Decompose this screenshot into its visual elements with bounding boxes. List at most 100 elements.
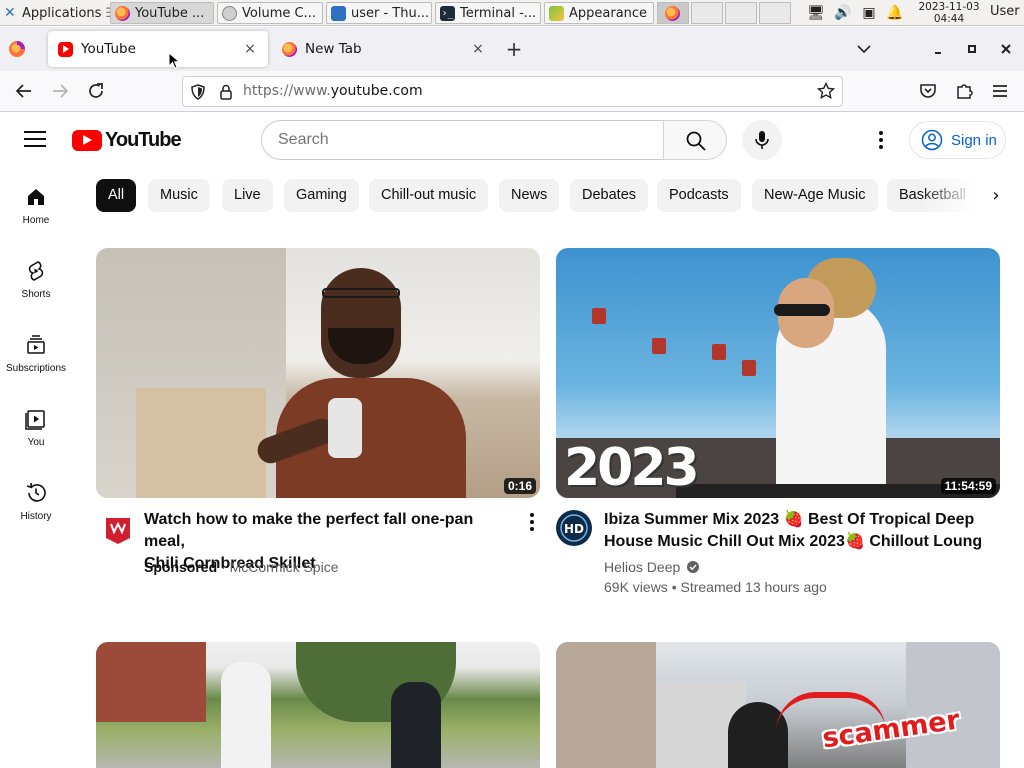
applications-label: Applications [22, 5, 102, 21]
url-bar[interactable]: https://www.youtube.com [182, 76, 843, 107]
category-chips-bar: All Music Live Gaming Chill-out music Ne… [96, 179, 1024, 213]
taskbar-item-appearance[interactable]: Appearance [544, 2, 654, 24]
voice-search-button[interactable] [742, 120, 782, 160]
reload-icon[interactable] [84, 79, 108, 103]
video-title[interactable]: Ibiza Summer Mix 2023 🍓 Best Of Tropical… [604, 509, 984, 553]
bookmark-star-icon[interactable] [816, 81, 836, 101]
browser-navigation-bar: https://www.youtube.com [0, 71, 1024, 112]
video-thumbnail[interactable]: 0:16 [96, 248, 540, 498]
sponsored-label: Sponsored [144, 559, 218, 575]
tab-youtube[interactable]: YouTube × [48, 31, 268, 67]
thumbnail-art [322, 288, 400, 298]
chip-live[interactable]: Live [222, 179, 273, 212]
url-text[interactable]: https://www.youtube.com [243, 83, 423, 99]
battery-icon[interactable]: ▣ [858, 2, 880, 24]
volume-icon [222, 5, 237, 21]
workspace-3[interactable] [725, 2, 757, 24]
video-thumbnail[interactable] [96, 642, 540, 768]
firefox-view-icon[interactable] [8, 40, 26, 58]
account-circle-icon [921, 129, 943, 151]
chip-news[interactable]: News [499, 179, 560, 212]
guide-item-shorts[interactable]: Shorts [0, 243, 72, 313]
maximize-icon[interactable] [962, 39, 982, 59]
workspace-1[interactable] [657, 2, 689, 24]
mouse-cursor-icon [168, 52, 180, 69]
lock-icon[interactable] [217, 83, 235, 101]
video-stats: 69K views • Streamed 13 hours ago [604, 579, 827, 595]
applications-menu[interactable]: ✕ Applications ☰ [0, 0, 117, 26]
taskbar-item-volume[interactable]: Volume C... [217, 2, 323, 24]
workspace-2[interactable] [691, 2, 723, 24]
browser-tab-strip: YouTube × New Tab × + [0, 27, 1024, 71]
channel-name[interactable]: McCormick Spice [230, 559, 339, 575]
clock[interactable]: 2023-11-03 04:44 [914, 0, 984, 25]
youtube-logo[interactable]: YouTube [72, 128, 182, 152]
video-thumbnail[interactable]: scammer [556, 642, 1000, 768]
chip-podcasts[interactable]: Podcasts [657, 179, 741, 212]
os-top-panel: ✕ Applications ☰ YouTube ... Volume C...… [0, 0, 1024, 26]
channel-avatar[interactable]: HD [556, 510, 592, 546]
video-title-line: Ibiza Summer Mix 2023 🍓 Best Of Tropical… [604, 511, 975, 528]
notification-bell-icon[interactable]: 🔔 [884, 2, 906, 24]
pocket-icon[interactable] [916, 79, 940, 103]
guide-item-you[interactable]: You [0, 391, 72, 461]
video-action-more-vertical-icon[interactable] [520, 510, 544, 534]
extensions-puzzle-icon[interactable] [952, 79, 976, 103]
tab-close-icon[interactable]: × [470, 41, 486, 57]
taskbar-item-file-manager[interactable]: user - Thu... [326, 2, 432, 24]
tab-new-tab[interactable]: New Tab × [272, 31, 496, 67]
guide-item-history[interactable]: History [0, 465, 72, 535]
search-input[interactable] [278, 121, 638, 159]
thumbnail-art [391, 682, 441, 768]
list-all-tabs-chevron-icon[interactable] [854, 39, 874, 59]
svg-text:HD: HD [564, 522, 584, 536]
thumbnail-art [742, 360, 756, 376]
new-tab-button[interactable]: + [504, 39, 524, 59]
network-icon[interactable]: 🖥 [804, 2, 828, 24]
microphone-icon [755, 131, 769, 149]
clock-date: 2023-11-03 [918, 1, 980, 13]
guide-item-subscriptions[interactable]: Subscriptions [0, 317, 72, 387]
app-menu-hamburger-icon[interactable] [988, 79, 1012, 103]
taskbar-item-terminal[interactable]: ›_ Terminal -... [435, 2, 541, 24]
video-duration-badge: 11:54:59 [940, 478, 996, 494]
thumbnail-art [712, 344, 726, 360]
guide-menu-hamburger-icon[interactable] [24, 131, 46, 149]
back-arrow-icon[interactable] [12, 79, 36, 103]
chip-debates[interactable]: Debates [570, 179, 649, 212]
forward-arrow-icon[interactable] [48, 79, 72, 103]
taskbar-label: user - Thu... [351, 5, 430, 21]
workspace-4[interactable] [759, 2, 791, 24]
thumbnail-art [652, 338, 666, 354]
chip-new-age-music[interactable]: New-Age Music [752, 179, 878, 212]
settings-more-vertical-icon[interactable] [869, 128, 893, 152]
search-button[interactable] [663, 120, 727, 160]
chip-chill-out-music[interactable]: Chill-out music [369, 179, 489, 212]
video-meta: Sponsored · McCormick Spice [144, 557, 338, 577]
volume-icon[interactable]: 🔊 [832, 2, 854, 24]
video-thumbnail[interactable]: 2023 11:54:59 [556, 248, 1000, 498]
tracking-protection-shield-icon[interactable] [189, 83, 207, 101]
firefox-favicon-icon [282, 41, 297, 57]
search-box[interactable] [261, 120, 664, 160]
minimize-icon[interactable] [928, 39, 948, 59]
taskbar-label: YouTube ... [135, 5, 205, 21]
tab-close-icon[interactable]: × [242, 41, 258, 57]
close-window-icon[interactable] [996, 39, 1016, 59]
channel-avatar[interactable] [100, 512, 136, 548]
user-menu[interactable]: User [990, 4, 1020, 19]
chip-all[interactable]: All [96, 179, 137, 212]
taskbar-label: Appearance [569, 5, 648, 21]
chips-next-chevron-icon[interactable]: › [980, 179, 1012, 213]
chip-gaming[interactable]: Gaming [284, 179, 359, 212]
helios-deep-logo-icon: HD [560, 514, 588, 542]
sign-in-button[interactable]: Sign in [909, 121, 1006, 159]
thumbnail-art [774, 304, 830, 316]
chip-music[interactable]: Music [148, 179, 210, 212]
channel-name[interactable]: Helios Deep [604, 559, 680, 575]
firefox-icon [115, 5, 130, 21]
guide-label: Subscriptions [5, 363, 67, 374]
tab-title: New Tab [305, 41, 362, 57]
guide-item-home[interactable]: Home [0, 169, 72, 239]
taskbar-item-youtube[interactable]: YouTube ... [110, 2, 214, 24]
